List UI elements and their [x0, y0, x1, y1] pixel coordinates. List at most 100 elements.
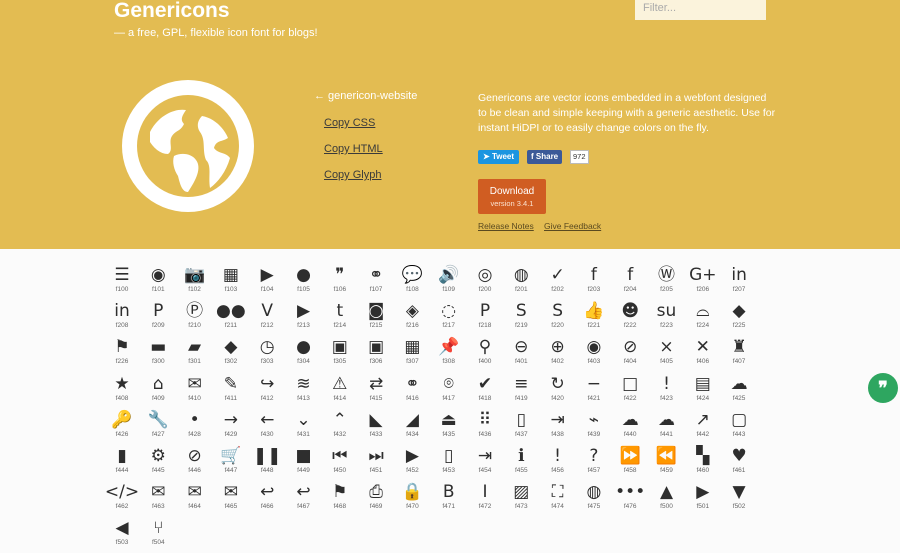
icon-cell-external[interactable]: ↗ f442 — [685, 409, 721, 445]
icon-cell-website[interactable]: ◍ f475 — [576, 481, 612, 517]
release-notes-link[interactable]: Release Notes — [478, 221, 534, 231]
icon-cell-next[interactable]: → f429 — [213, 409, 249, 445]
icon-cell-polldaddy[interactable]: ◌ f217 — [431, 300, 467, 336]
icon-cell-time[interactable]: ◷ f303 — [249, 336, 285, 372]
icon-cell-youtube[interactable]: ▶ f213 — [286, 300, 322, 336]
icon-cell-dot[interactable]: • f428 — [177, 409, 213, 445]
icon-cell-anchor[interactable]: ⑂ f504 — [140, 517, 176, 553]
icon-cell-flickr[interactable]: ●● f211 — [213, 300, 249, 336]
icon-cell-attachment[interactable]: ⚭ f416 — [394, 373, 430, 409]
download-button[interactable]: Download version 3.4.1 — [478, 179, 546, 214]
icon-cell-heart[interactable]: ♥ f461 — [721, 445, 757, 481]
icon-cell-leftarrow[interactable]: ◀ f503 — [104, 517, 140, 553]
icon-cell-home[interactable]: ⌂ f409 — [140, 373, 176, 409]
icon-cell-play[interactable]: ▶ f452 — [394, 445, 430, 481]
icon-cell-picture[interactable]: ▨ f473 — [503, 481, 539, 517]
icon-cell-vimeo[interactable]: Vf212 — [249, 300, 285, 336]
icon-cell-close-alt[interactable]: ✕ f406 — [685, 336, 721, 372]
facebook-share-button[interactable]: f Share — [527, 150, 563, 164]
icon-cell-tumblr[interactable]: t f214 — [322, 300, 358, 336]
icon-cell-search[interactable]: ⚲ f400 — [467, 336, 503, 372]
icon-cell-send-to-phone[interactable]: ⇥ f438 — [540, 409, 576, 445]
icon-cell-audio[interactable]: 🔊 f109 — [431, 264, 467, 300]
icon-cell-code[interactable]: </> f462 — [104, 481, 140, 517]
icon-cell-rightarrow[interactable]: ▶ f501 — [685, 481, 721, 517]
icon-cell-dribbble[interactable]: ◍ f201 — [503, 264, 539, 300]
icon-cell-phone[interactable]: ▯ f437 — [503, 409, 539, 445]
icon-cell-unzoom[interactable]: ⊖ f401 — [503, 336, 539, 372]
icon-cell-facebook[interactable]: f f203 — [576, 264, 612, 300]
icon-cell-location[interactable]: ⌾ f417 — [431, 373, 467, 409]
icon-cell-stumbleupon[interactable]: su f223 — [649, 300, 685, 336]
icon-cell-aside[interactable]: ◉ f101 — [140, 264, 176, 300]
icon-cell-unapprove[interactable]: ⊘ f446 — [177, 445, 213, 481]
icon-cell-twitter[interactable]: ✓ f202 — [540, 264, 576, 300]
icon-cell-fastforward[interactable]: ⏩ f458 — [612, 445, 648, 481]
icon-cell-draggable[interactable]: ⠿ f436 — [467, 409, 503, 445]
icon-cell-info[interactable]: ℹ f455 — [503, 445, 539, 481]
icon-cell-reply-all[interactable]: ↩ f466 — [249, 481, 285, 517]
icon-cell-instagram[interactable]: ◙ f215 — [358, 300, 394, 336]
icon-cell-reddit[interactable]: ☻ f222 — [612, 300, 648, 336]
icon-cell-foursquare[interactable]: ⚑ f226 — [104, 336, 140, 372]
icon-cell-skip-ahead[interactable]: ⏭ f451 — [358, 445, 394, 481]
icon-cell-linkedin[interactable]: in f207 — [721, 264, 757, 300]
icon-cell-pocket[interactable]: ⌓ f224 — [685, 300, 721, 336]
icon-cell-menu[interactable]: ≡ f419 — [503, 373, 539, 409]
icon-cell-downarrow[interactable]: ▼ f502 — [721, 481, 757, 517]
icon-cell-subscribe[interactable]: ✉ f463 — [140, 481, 176, 517]
icon-cell-facebook-alt[interactable]: f f204 — [612, 264, 648, 300]
icon-cell-week[interactable]: ▣ f306 — [358, 336, 394, 372]
icon-cell-maximize[interactable]: □ f422 — [612, 373, 648, 409]
icon-cell-edit[interactable]: ✎ f411 — [213, 373, 249, 409]
icon-cell-dropbox[interactable]: ◆ f225 — [721, 300, 757, 336]
icon-cell-googleplus-alt[interactable]: Pf218 — [467, 300, 503, 336]
icon-cell-reply-single[interactable]: ↩ f467 — [286, 481, 322, 517]
icon-cell-rewind[interactable]: ⏪ f459 — [649, 445, 685, 481]
icon-cell-cog[interactable]: ⚙ f445 — [140, 445, 176, 481]
icon-cell-notice[interactable]: ! f456 — [540, 445, 576, 481]
icon-cell-chat[interactable]: 💬 f108 — [394, 264, 430, 300]
icon-cell-wordpress[interactable]: Ⓦf205 — [649, 264, 685, 300]
copy-css-link[interactable]: Copy CSS — [324, 117, 375, 129]
icon-cell-tag[interactable]: ◆ f302 — [213, 336, 249, 372]
icon-cell-send-to-tablet[interactable]: ⇥ f454 — [467, 445, 503, 481]
icon-cell-zoom[interactable]: ⊕ f402 — [540, 336, 576, 372]
icon-cell-day[interactable]: ▣ f305 — [322, 336, 358, 372]
icon-cell-image[interactable]: 📷 f102 — [177, 264, 213, 300]
icon-cell-pause[interactable]: ❚❚ f448 — [249, 445, 285, 481]
icon-cell-comment[interactable]: ▬ f300 — [140, 336, 176, 372]
icon-cell-reply[interactable]: ↪ f412 — [249, 373, 285, 409]
icon-cell-refresh[interactable]: ↻ f420 — [540, 373, 576, 409]
icon-cell-document[interactable]: ▢ f443 — [721, 409, 757, 445]
tweet-button[interactable]: ➤ Tweet — [478, 150, 520, 164]
icon-cell-standard[interactable]: ☰ f100 — [104, 264, 140, 300]
icon-cell-spam[interactable]: ▤ f424 — [685, 373, 721, 409]
icon-cell-warning[interactable]: ⚠ f414 — [322, 373, 358, 409]
icon-cell-share[interactable]: ⇄ f415 — [358, 373, 394, 409]
icon-cell-tablet[interactable]: ▯ f453 — [431, 445, 467, 481]
icon-cell-linkedin-alt[interactable]: in f208 — [104, 300, 140, 336]
icon-cell-skip-back[interactable]: ⏮ f450 — [322, 445, 358, 481]
copy-html-link[interactable]: Copy HTML — [324, 143, 383, 155]
icon-cell-show[interactable]: ◉ f403 — [576, 336, 612, 372]
icon-cell-cloud[interactable]: 🔑 f426 — [104, 409, 140, 445]
icon-cell-pinned[interactable]: 📌 f308 — [431, 336, 467, 372]
icon-cell-bold[interactable]: Bf471 — [431, 481, 467, 517]
icon-cell-checkmark[interactable]: ✔ f418 — [467, 373, 503, 409]
icon-cell-print[interactable]: ⎙ f469 — [358, 481, 394, 517]
icon-cell-plugin[interactable]: ⌁ f439 — [576, 409, 612, 445]
icon-cell-404[interactable]: ! f423 — [649, 373, 685, 409]
icon-cell-previous[interactable]: ← f430 — [249, 409, 285, 445]
icon-cell-ellipsis[interactable]: ••• f476 — [612, 481, 648, 517]
icon-cell-path[interactable]: Sf219 — [503, 300, 539, 336]
icon-cell-mail[interactable]: ✉ f410 — [177, 373, 213, 409]
feedback-widget-button[interactable]: ❞ — [868, 373, 898, 403]
icon-cell-stop[interactable]: ■ f449 — [286, 445, 322, 481]
icon-cell-book[interactable]: ▮ f444 — [104, 445, 140, 481]
icon-cell-lock[interactable]: 🔒 f470 — [394, 481, 430, 517]
icon-cell-summary[interactable]: ☁ f425 — [721, 373, 757, 409]
icon-cell-cart[interactable]: 🛒 f447 — [213, 445, 249, 481]
icon-cell-dropdown[interactable]: ◣ f433 — [358, 409, 394, 445]
icon-cell-video[interactable]: ▶ f104 — [249, 264, 285, 300]
